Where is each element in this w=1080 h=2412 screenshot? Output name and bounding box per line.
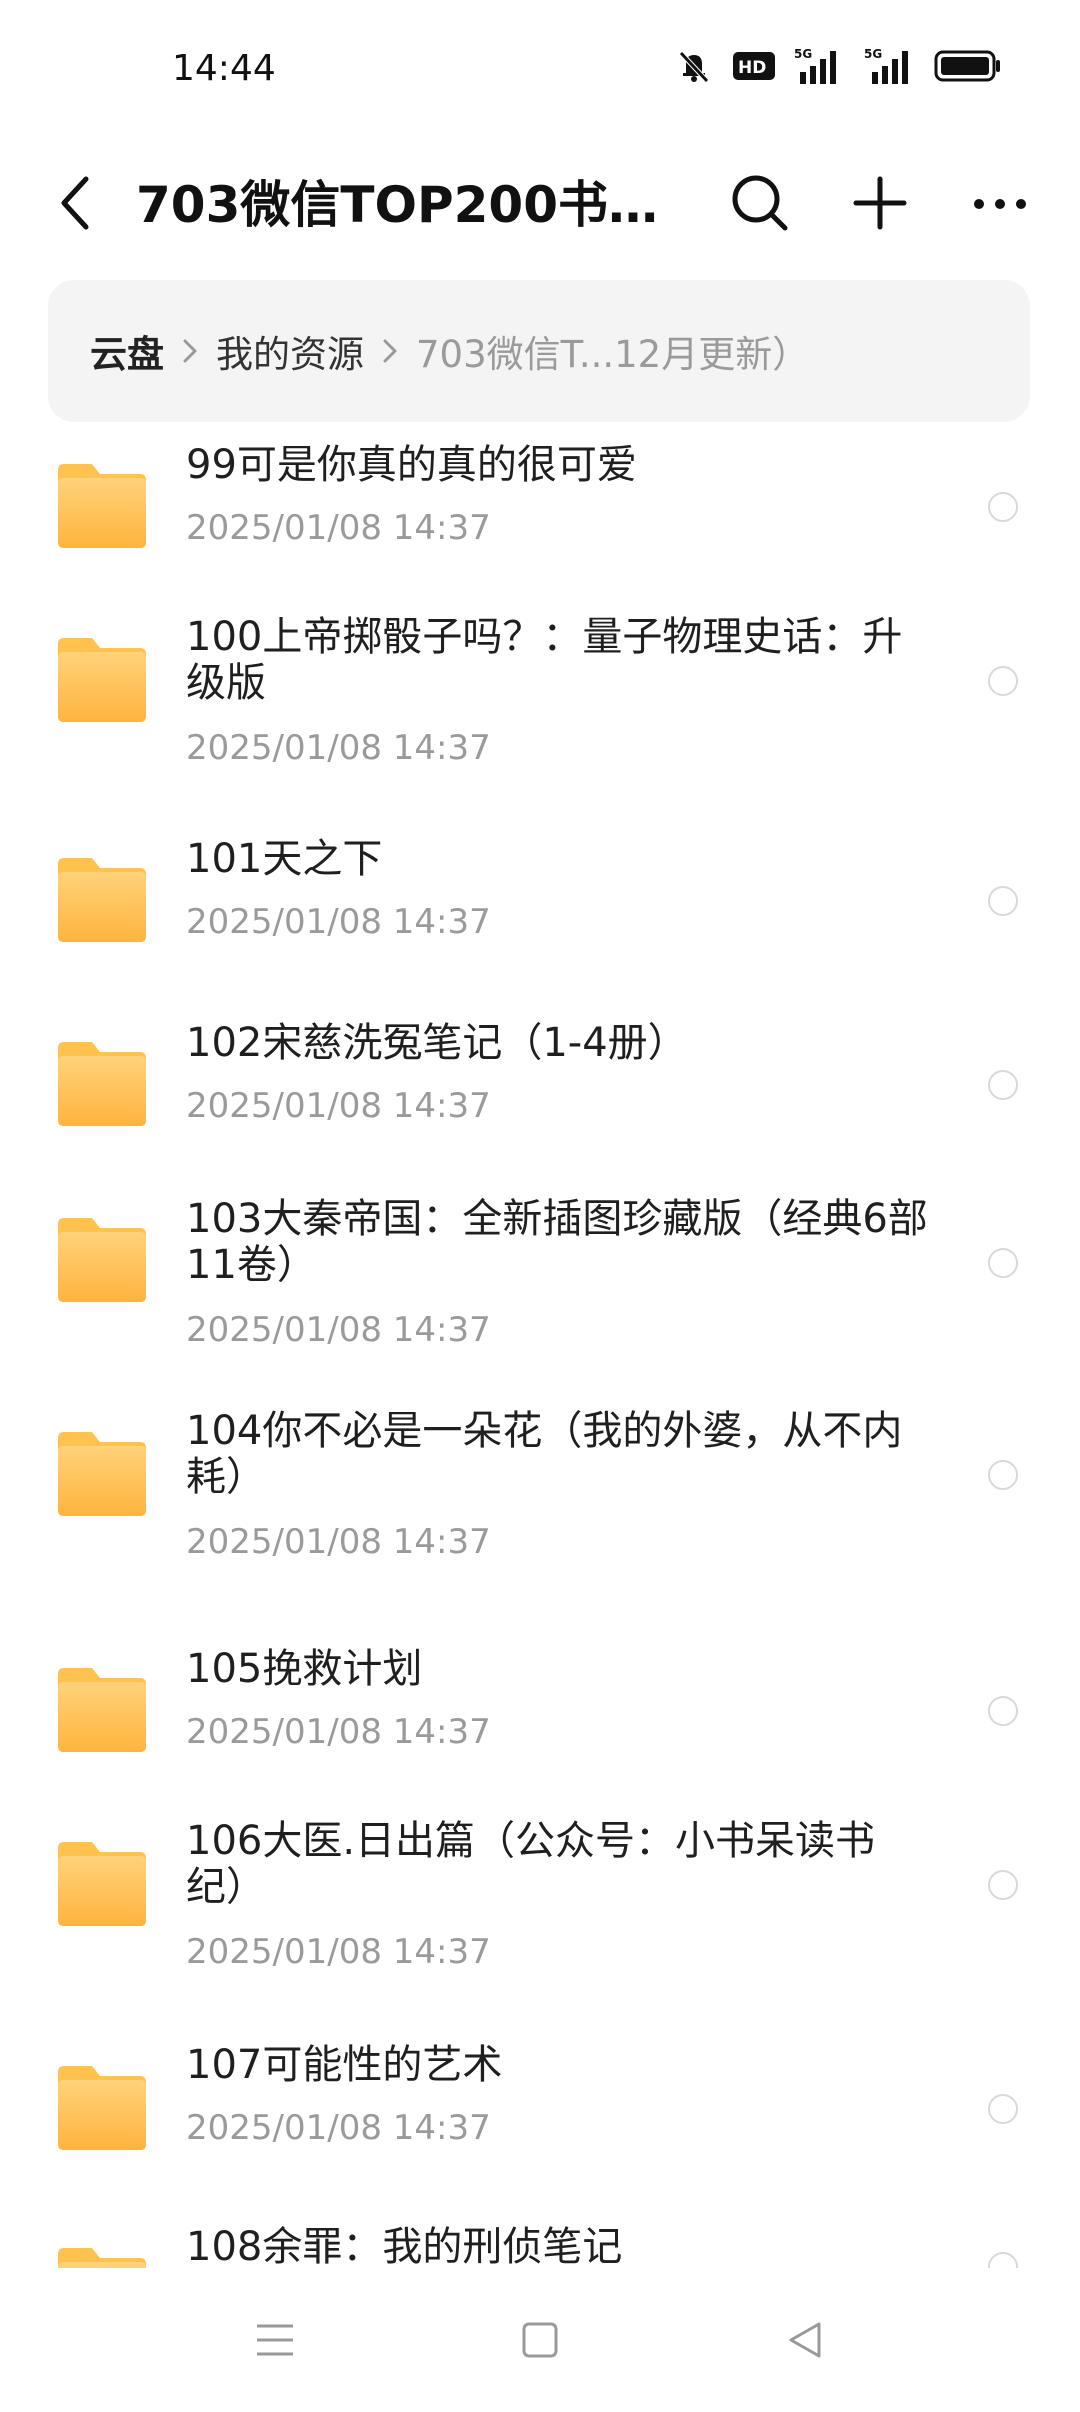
list-item[interactable]: 105挽救计划 2025/01/08 14:37: [0, 1630, 1080, 1780]
file-name: 107可能性的艺术: [186, 2042, 503, 2088]
plus-icon: [852, 175, 908, 235]
back-button[interactable]: [46, 160, 106, 250]
chevron-right-icon: [382, 338, 398, 364]
select-checkbox[interactable]: [988, 1870, 1018, 1900]
add-button[interactable]: [835, 160, 925, 250]
file-date: 2025/01/08 14:37: [186, 1086, 491, 1126]
list-item[interactable]: 102宋慈洗冤笔记（1-4册） 2025/01/08 14:37: [0, 1006, 1080, 1156]
app-header: 703微信TOP200书…: [0, 140, 1080, 270]
file-name: 103大秦帝国：全新插图珍藏版（经典6部11卷）: [186, 1196, 928, 1288]
breadcrumb-root[interactable]: 云盘: [90, 324, 164, 378]
file-name: 100上帝掷骰子吗？：量子物理史话：升级版: [186, 614, 903, 706]
page-title: 703微信TOP200书…: [136, 176, 656, 234]
system-nav-bar: [0, 2272, 1080, 2412]
list-item[interactable]: 101天之下 2025/01/08 14:37: [0, 822, 1080, 972]
file-date: 2025/01/08 14:37: [186, 508, 491, 548]
breadcrumb-my-resources[interactable]: 我的资源: [216, 324, 364, 378]
hd-icon: HD: [732, 50, 776, 82]
folder-icon: [54, 632, 150, 728]
battery-icon: [934, 49, 1002, 83]
list-item[interactable]: 103大秦帝国：全新插图珍藏版（经典6部11卷） 2025/01/08 14:3…: [0, 1180, 1080, 1390]
search-button[interactable]: [715, 160, 805, 250]
file-name: 101天之下: [186, 836, 383, 882]
breadcrumb-current: 703微信T...12月更新）: [416, 333, 810, 376]
select-checkbox[interactable]: [988, 1070, 1018, 1100]
folder-icon: [54, 1662, 150, 1758]
mute-icon: [674, 46, 714, 86]
select-checkbox[interactable]: [988, 2094, 1018, 2124]
list-item[interactable]: 108余罪：我的刑侦笔记: [0, 2208, 1080, 2268]
status-icons: HD 5G 5G: [674, 46, 1002, 86]
nav-back-button[interactable]: [770, 2312, 840, 2372]
back-triangle-icon: [785, 2320, 825, 2364]
file-date: 2025/01/08 14:37: [186, 728, 491, 768]
select-checkbox[interactable]: [988, 2252, 1018, 2268]
file-date: 2025/01/08 14:37: [186, 1310, 491, 1350]
select-checkbox[interactable]: [988, 886, 1018, 916]
folder-icon: [54, 1836, 150, 1932]
file-name: 104你不必是一朵花（我的外婆，从不内耗）: [186, 1408, 903, 1500]
chevron-right-icon: [182, 338, 198, 364]
select-checkbox[interactable]: [988, 1696, 1018, 1726]
chevron-left-icon: [56, 175, 96, 235]
file-date: 2025/01/08 14:37: [186, 1932, 491, 1972]
folder-icon: [54, 1036, 150, 1132]
file-date: 2025/01/08 14:37: [186, 1522, 491, 1562]
svg-text:5G: 5G: [794, 47, 812, 61]
menu-icon: [255, 2322, 295, 2362]
list-item[interactable]: 100上帝掷骰子吗？：量子物理史话：升级版 2025/01/08 14:37: [0, 600, 1080, 810]
signal-5g-icon: 5G: [794, 46, 844, 86]
svg-text:HD: HD: [738, 58, 766, 78]
list-item[interactable]: 107可能性的艺术 2025/01/08 14:37: [0, 2026, 1080, 2176]
select-checkbox[interactable]: [988, 492, 1018, 522]
home-button[interactable]: [505, 2312, 575, 2372]
svg-text:5G: 5G: [864, 47, 882, 61]
folder-icon: [54, 1212, 150, 1308]
file-date: 2025/01/08 14:37: [186, 1712, 491, 1752]
folder-icon: [54, 1426, 150, 1522]
file-name: 108余罪：我的刑侦笔记: [186, 2224, 623, 2268]
home-square-icon: [521, 2321, 559, 2363]
file-date: 2025/01/08 14:37: [186, 902, 491, 942]
list-item[interactable]: 104你不必是一朵花（我的外婆，从不内耗） 2025/01/08 14:37: [0, 1394, 1080, 1604]
file-name: 105挽救计划: [186, 1646, 423, 1692]
list-item[interactable]: 99可是你真的真的很可爱 2025/01/08 14:37: [0, 430, 1080, 580]
breadcrumb: 云盘 我的资源 703微信T...12月更新）: [48, 280, 1030, 422]
recent-apps-button[interactable]: [240, 2312, 310, 2372]
status-bar: 14:44 HD 5G 5G: [0, 0, 1080, 140]
file-date: 2025/01/08 14:37: [186, 2108, 491, 2148]
signal-5g-icon: 5G: [862, 46, 916, 86]
more-options-button[interactable]: [955, 160, 1045, 250]
list-item[interactable]: 106大医.日出篇（公众号：小书呆读书纪） 2025/01/08 14:37: [0, 1806, 1080, 2016]
search-icon: [729, 172, 791, 238]
folder-icon: [54, 2060, 150, 2156]
file-name: 106大医.日出篇（公众号：小书呆读书纪）: [186, 1818, 876, 1910]
select-checkbox[interactable]: [988, 1248, 1018, 1278]
file-name: 99可是你真的真的很可爱: [186, 442, 637, 488]
folder-icon: [54, 458, 150, 554]
folder-icon: [54, 852, 150, 948]
folder-icon: [54, 2242, 150, 2268]
more-horizontal-icon: [972, 196, 1028, 215]
select-checkbox[interactable]: [988, 666, 1018, 696]
file-list: 99可是你真的真的很可爱 2025/01/08 14:37 100上帝掷骰子吗？…: [0, 430, 1080, 2268]
status-time: 14:44: [172, 48, 276, 89]
select-checkbox[interactable]: [988, 1460, 1018, 1490]
file-name: 102宋慈洗冤笔记（1-4册）: [186, 1020, 688, 1066]
